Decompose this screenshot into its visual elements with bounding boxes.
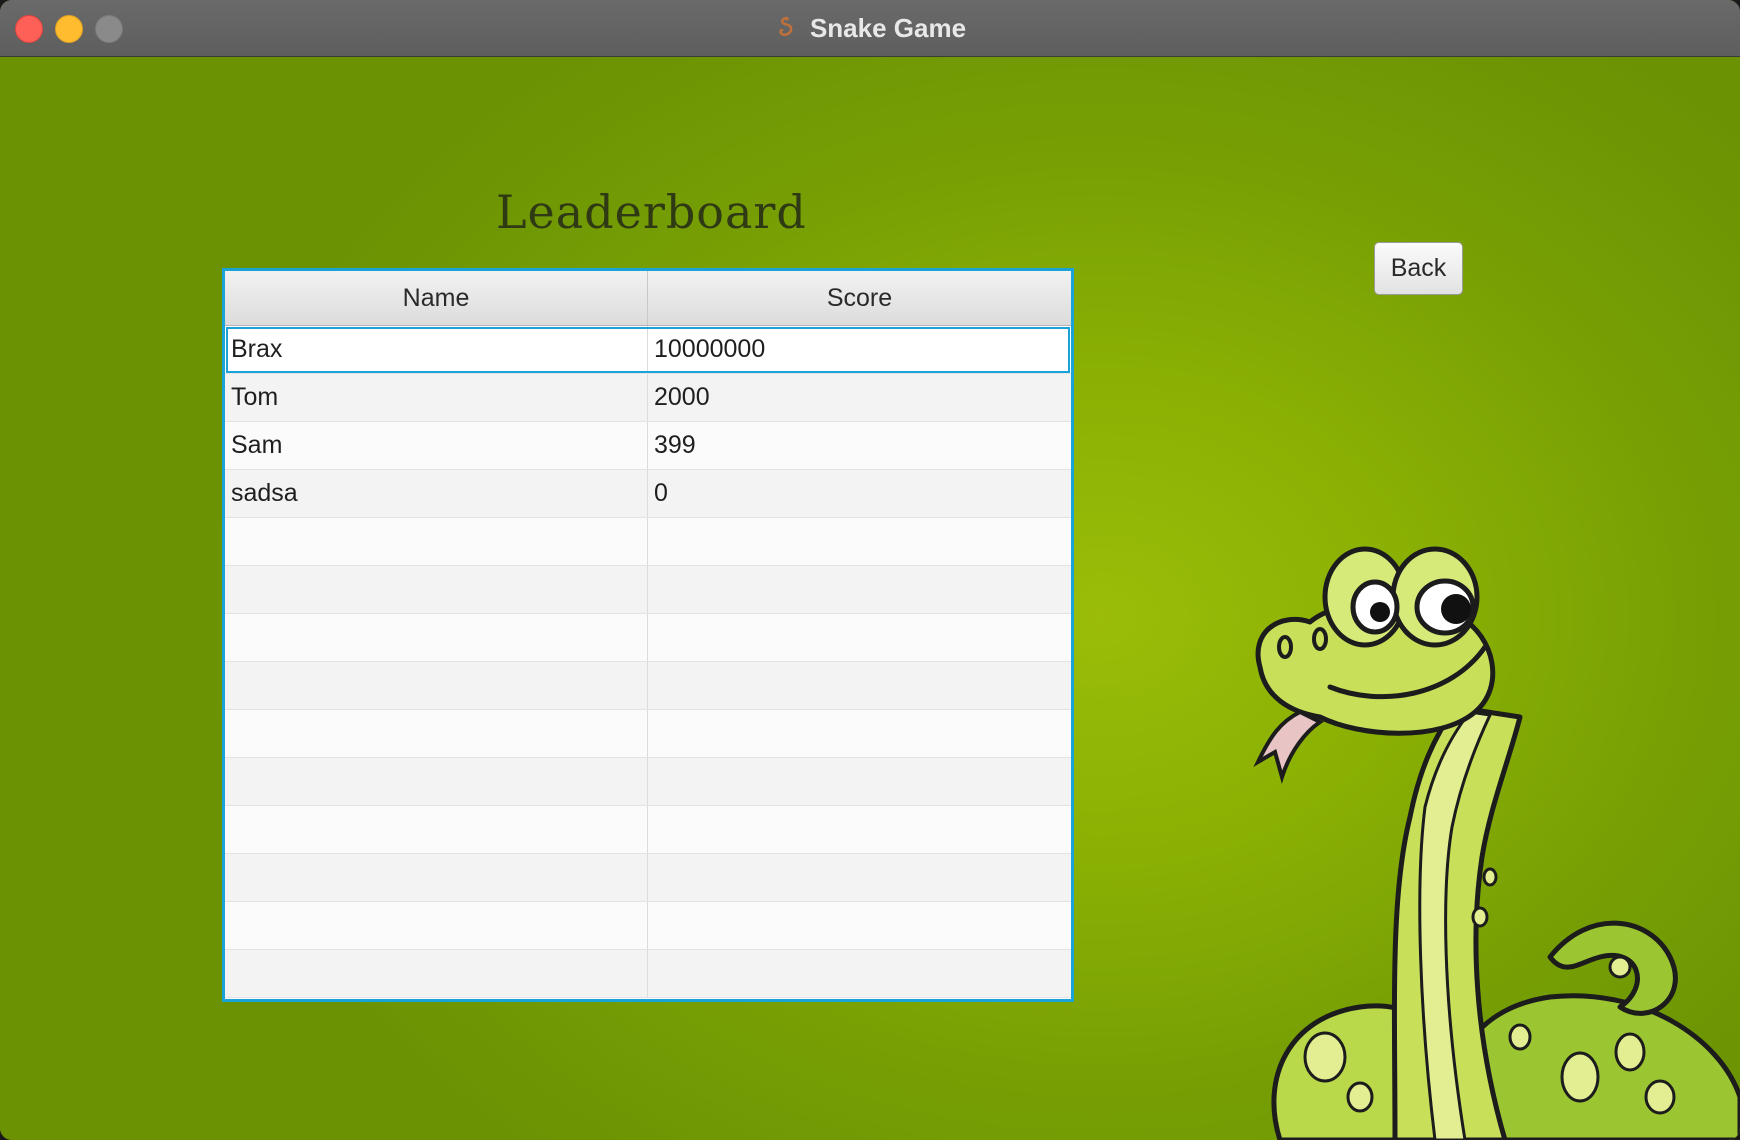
empty-cell (225, 806, 648, 853)
empty-table-row (225, 710, 1071, 758)
empty-cell (648, 614, 1071, 661)
table-body: Brax 10000000 Tom 2000 Sam 399 sadsa 0 (225, 326, 1071, 998)
snake-app-icon (779, 16, 793, 36)
app-window: Snake Game Leaderboard Name Score Brax 1… (0, 0, 1740, 1140)
empty-cell (648, 758, 1071, 805)
column-header-name[interactable]: Name (225, 271, 648, 325)
cell-name: Sam (225, 422, 648, 469)
empty-table-row (225, 614, 1071, 662)
empty-table-row (225, 518, 1071, 566)
empty-table-row (225, 854, 1071, 902)
table-row[interactable]: Sam 399 (225, 422, 1071, 470)
empty-table-row (225, 662, 1071, 710)
empty-cell (225, 854, 648, 901)
empty-cell (648, 518, 1071, 565)
window-title: Snake Game (809, 12, 967, 43)
empty-cell (225, 614, 648, 661)
empty-cell (648, 950, 1071, 997)
empty-cell (225, 902, 648, 949)
cell-score: 2000 (654, 383, 710, 411)
empty-cell (225, 566, 648, 613)
empty-cell (225, 758, 648, 805)
empty-table-row (225, 758, 1071, 806)
empty-cell (648, 902, 1071, 949)
leaderboard-table[interactable]: Name Score Brax 10000000 Tom 2000 Sam 39… (222, 268, 1074, 1002)
back-button[interactable]: Back (1374, 242, 1463, 295)
cell-name: Tom (225, 374, 648, 421)
empty-cell (648, 854, 1071, 901)
column-header-score[interactable]: Score (648, 271, 1071, 325)
cell-name: Brax (225, 326, 648, 373)
table-row[interactable]: Tom 2000 (225, 374, 1071, 422)
table-row[interactable]: sadsa 0 (225, 470, 1071, 518)
page-title: Leaderboard (496, 185, 807, 239)
empty-cell (225, 662, 648, 709)
table-row[interactable]: Brax 10000000 (225, 326, 1071, 374)
empty-table-row (225, 950, 1071, 998)
title-bar: Snake Game (0, 0, 1740, 57)
empty-cell (648, 662, 1071, 709)
empty-cell (648, 806, 1071, 853)
leaderboard-screen: Leaderboard Name Score Brax 10000000 Tom… (0, 57, 1740, 1140)
empty-cell (648, 710, 1071, 757)
cell-score: 399 (654, 431, 696, 459)
empty-cell (225, 710, 648, 757)
cartoon-snake-illustration (1253, 546, 1740, 1140)
window-title-group: Snake Game (0, 0, 1740, 56)
empty-table-row (225, 566, 1071, 614)
empty-cell (225, 518, 648, 565)
table-header: Name Score (225, 271, 1071, 326)
cell-name: sadsa (225, 470, 648, 517)
cell-score: 0 (654, 479, 668, 507)
empty-cell (225, 950, 648, 997)
empty-table-row (225, 902, 1071, 950)
cell-score: 10000000 (654, 335, 766, 363)
empty-cell (648, 566, 1071, 613)
empty-table-row (225, 806, 1071, 854)
